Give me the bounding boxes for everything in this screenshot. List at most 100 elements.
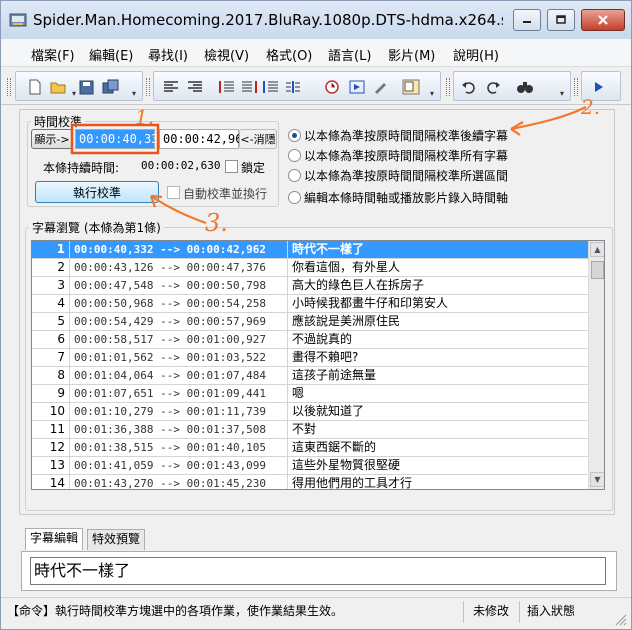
- row-number: 6: [32, 331, 70, 349]
- new-file-icon[interactable]: [26, 79, 44, 95]
- end-time-input[interactable]: 00:00:42,962: [159, 129, 250, 149]
- menu-edit[interactable]: 編輯(E): [89, 45, 133, 64]
- toolbar-overflow-icon[interactable]: ▾: [430, 90, 438, 98]
- show-time-button[interactable]: 顯示->: [31, 129, 73, 149]
- row-text: 應該說是美洲原住民: [292, 314, 401, 328]
- toolbar-grip[interactable]: [574, 78, 578, 96]
- status-modified: 未修改: [473, 604, 510, 618]
- table-row[interactable]: 5 00:00:54,429 --> 00:00:57,969 應該說是美洲原住民: [32, 313, 588, 331]
- close-button[interactable]: [581, 9, 625, 31]
- table-row[interactable]: 8 00:01:04,064 --> 00:01:07,484 這孩子前途無量: [32, 367, 588, 385]
- subtitle-text-editor[interactable]: 時代不一樣了: [30, 557, 606, 585]
- row-time: 00:00:47,548 --> 00:00:50,798: [70, 277, 288, 295]
- toolbar-grip[interactable]: [7, 78, 11, 96]
- menu-format[interactable]: 格式(O): [266, 45, 312, 64]
- menu-help[interactable]: 說明(H): [453, 45, 499, 64]
- play-icon[interactable]: [590, 79, 608, 95]
- status-divider: [519, 601, 520, 623]
- align-left-icon[interactable]: [162, 79, 180, 95]
- scroll-up-icon[interactable]: ▲: [590, 242, 604, 257]
- row-text: 小時候我都畫牛仔和印第安人: [292, 296, 449, 310]
- browse-group-title: 字幕瀏覽 (本條為第1條): [29, 219, 164, 236]
- table-row[interactable]: 7 00:01:01,562 --> 00:01:03,522 畫得不賴吧?: [32, 349, 588, 367]
- menu-view[interactable]: 檢視(V): [204, 45, 249, 64]
- timing-icon[interactable]: [324, 79, 342, 95]
- start-time-input[interactable]: 00:00:40,332: [75, 129, 166, 149]
- redo-icon[interactable]: [484, 79, 502, 95]
- table-row[interactable]: 12 00:01:38,515 --> 00:01:40,105 這東西鋸不斷的: [32, 439, 588, 457]
- row-time: 00:01:04,064 --> 00:01:07,484: [70, 367, 288, 385]
- row-text: 畫得不賴吧?: [292, 350, 359, 364]
- edit-pen-icon[interactable]: [372, 79, 390, 95]
- option-radio-range[interactable]: [288, 169, 301, 182]
- insert-after-icon[interactable]: [240, 79, 258, 95]
- row-text: 得用他們用的工具才行: [292, 476, 413, 490]
- chevron-down-icon[interactable]: ▾: [72, 90, 80, 98]
- row-number: 12: [32, 439, 70, 457]
- timing-panel-icon[interactable]: [402, 79, 420, 95]
- table-row[interactable]: 3 00:00:47,548 --> 00:00:50,798 高大的綠色巨人在拆房…: [32, 277, 588, 295]
- table-row[interactable]: 10 00:01:10,279 --> 00:01:11,739 以後就知道了: [32, 403, 588, 421]
- row-text: 嗯: [292, 386, 305, 400]
- toolbar-overflow-icon[interactable]: ▾: [560, 90, 568, 98]
- insert-before-icon[interactable]: [218, 79, 236, 95]
- row-number: 3: [32, 277, 70, 295]
- toolbar-grip[interactable]: [446, 78, 450, 96]
- row-time: 00:01:43,270 --> 00:01:45,230: [70, 475, 288, 489]
- row-number: 11: [32, 421, 70, 439]
- row-number: 14: [32, 475, 70, 489]
- align-right-icon[interactable]: [186, 79, 204, 95]
- open-folder-icon[interactable]: [50, 79, 68, 95]
- option-label-all: 以本條為準按原時間間隔校準所有字幕: [304, 149, 509, 163]
- table-scrollbar[interactable]: ▲ ▼: [588, 241, 604, 489]
- menu-find[interactable]: 尋找(I): [148, 45, 188, 64]
- duration-label: 本條持續時間:: [43, 161, 120, 175]
- menu-video[interactable]: 影片(M): [388, 45, 435, 64]
- toolbar-group-edit: ▾: [146, 71, 441, 101]
- toolbar-overflow-icon[interactable]: ▾: [132, 90, 140, 98]
- find-binoculars-icon[interactable]: [516, 79, 534, 95]
- table-row[interactable]: 6 00:00:58,517 --> 00:01:00,927 不過說真的: [32, 331, 588, 349]
- merge-lines-icon[interactable]: [262, 79, 280, 95]
- table-row[interactable]: 11 00:01:36,388 --> 00:01:37,508 不對: [32, 421, 588, 439]
- option-label-range: 以本條為準按原時間間隔校準所選區間: [304, 169, 509, 183]
- toolbar-grip[interactable]: [146, 78, 150, 96]
- execute-timing-button[interactable]: 執行校準: [35, 181, 159, 203]
- tab-effect-preview[interactable]: 特效預覽: [87, 529, 146, 550]
- menu-language[interactable]: 語言(L): [328, 45, 371, 64]
- table-row[interactable]: 2 00:00:43,126 --> 00:00:47,376 你看這個，有外星人: [32, 259, 588, 277]
- minimize-button[interactable]: [513, 9, 541, 31]
- option-radio-all[interactable]: [288, 149, 301, 162]
- split-lines-icon[interactable]: [284, 79, 302, 95]
- menu-file[interactable]: 檔案(F): [31, 45, 75, 64]
- row-time: 00:01:07,651 --> 00:01:09,441: [70, 385, 288, 403]
- row-text: 不對: [292, 422, 317, 436]
- table-row[interactable]: 14 00:01:43,270 --> 00:01:45,230 得用他們用的工具才…: [32, 475, 588, 490]
- row-text: 這些外星物質很堅硬: [292, 458, 401, 472]
- scroll-down-icon[interactable]: ▼: [590, 472, 604, 487]
- play-sync-icon[interactable]: [348, 79, 366, 95]
- lock-checkbox[interactable]: [225, 160, 238, 173]
- tab-subtitle-edit[interactable]: 字幕編輯: [25, 528, 84, 550]
- undo-icon[interactable]: [460, 79, 478, 95]
- hide-time-button[interactable]: <-消隱: [239, 129, 277, 149]
- maximize-button[interactable]: [547, 9, 575, 31]
- auto-timing-checkbox[interactable]: [167, 186, 180, 199]
- row-time: 00:01:01,562 --> 00:01:03,522: [70, 349, 288, 367]
- row-text: 時代不一樣了: [292, 242, 365, 256]
- option-radio-following[interactable]: [288, 129, 301, 142]
- option-radio-edit[interactable]: [288, 191, 301, 204]
- table-row[interactable]: 1 00:00:40,332 --> 00:00:42,962 時代不一樣了: [32, 241, 588, 259]
- save-as-icon[interactable]: [102, 79, 120, 95]
- resize-grip-icon[interactable]: [613, 612, 627, 626]
- save-icon[interactable]: [78, 79, 96, 95]
- table-row[interactable]: 4 00:00:50,968 --> 00:00:54,258 小時候我都畫牛仔和印…: [32, 295, 588, 313]
- table-row[interactable]: 13 00:01:41,059 --> 00:01:43,099 這些外星物質很堅硬: [32, 457, 588, 475]
- table-row[interactable]: 9 00:01:07,651 --> 00:01:09,441 嗯: [32, 385, 588, 403]
- lock-label: 鎖定: [241, 161, 266, 175]
- scroll-thumb[interactable]: [591, 261, 604, 279]
- title-bar[interactable]: Spider.Man.Homecoming.2017.BluRay.1080p.…: [1, 1, 631, 39]
- auto-timing-label: 自動校準並換行: [183, 187, 268, 201]
- row-number: 2: [32, 259, 70, 277]
- row-number: 13: [32, 457, 70, 475]
